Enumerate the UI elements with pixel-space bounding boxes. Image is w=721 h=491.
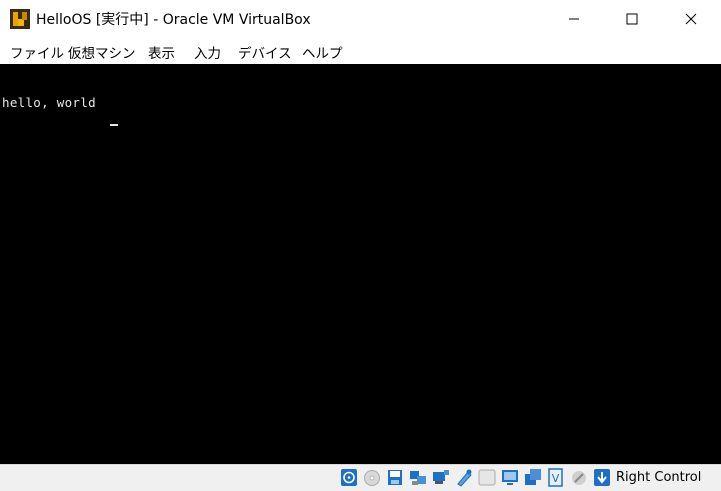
minimize-button[interactable]	[551, 0, 597, 38]
virtualbox-app-icon	[10, 9, 30, 29]
disk-icon[interactable]	[363, 468, 381, 487]
close-icon	[685, 13, 697, 25]
minimize-icon	[569, 18, 579, 20]
host-key-arrow-icon	[594, 469, 610, 486]
title-bar[interactable]: HelloOS [実行中] - Oracle VM VirtualBox	[0, 0, 721, 38]
window-title: HelloOS [実行中] - Oracle VM VirtualBox	[36, 12, 311, 28]
optical-drive-icon[interactable]	[340, 468, 358, 487]
mouse-integration-icon[interactable]: V	[547, 468, 565, 487]
menu-input[interactable]: 入力	[194, 42, 221, 62]
menu-file[interactable]: ファイル	[10, 42, 64, 62]
svg-text:V: V	[552, 472, 560, 485]
audio-icon[interactable]	[386, 468, 404, 487]
network-icon[interactable]	[409, 468, 427, 487]
keyboard-icon[interactable]	[570, 468, 588, 487]
maximize-icon	[626, 13, 638, 25]
display-icon[interactable]	[478, 468, 496, 487]
status-bar: V Right Control	[0, 464, 721, 491]
close-button[interactable]	[668, 0, 714, 38]
maximize-button[interactable]	[609, 0, 655, 38]
menu-machine[interactable]: 仮想マシン	[68, 42, 136, 62]
menu-bar: ファイル 仮想マシン 表示 入力 デバイス ヘルプ	[0, 38, 721, 64]
console-output: hello, world	[2, 95, 96, 110]
video-capture-icon[interactable]	[501, 468, 519, 487]
menu-devices[interactable]: デバイス	[238, 42, 292, 62]
host-key-label: Right Control	[616, 470, 702, 485]
text-cursor	[110, 124, 118, 126]
virtualization-icon[interactable]	[524, 468, 542, 487]
menu-help[interactable]: ヘルプ	[302, 42, 343, 62]
shared-folder-icon[interactable]	[455, 468, 473, 487]
usb-icon[interactable]	[432, 468, 450, 487]
menu-view[interactable]: 表示	[148, 42, 175, 62]
vm-display[interactable]: hello, world	[0, 64, 721, 464]
